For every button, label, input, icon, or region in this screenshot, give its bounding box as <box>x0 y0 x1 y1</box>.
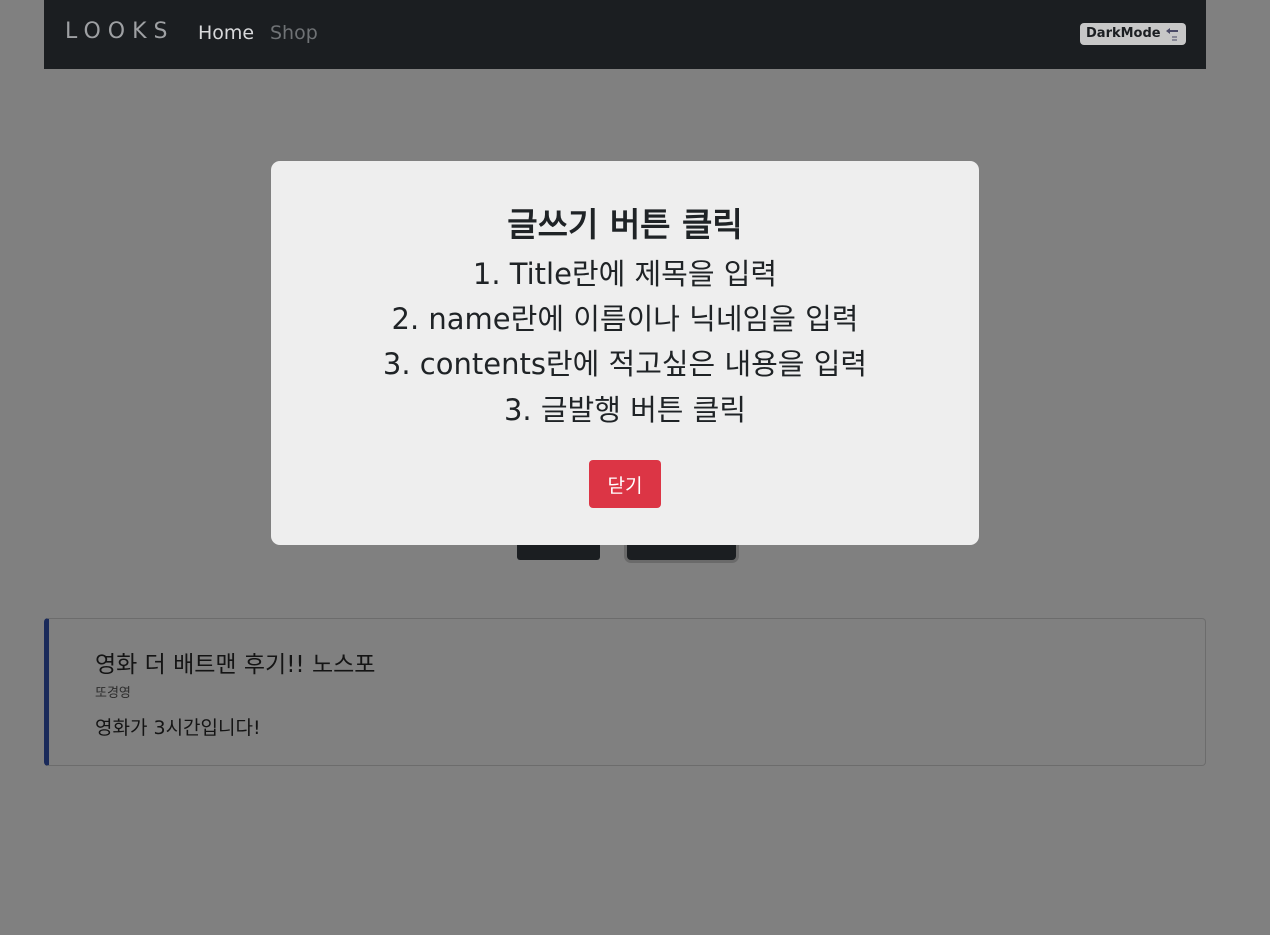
swap-arrows-icon <box>1166 28 1178 41</box>
nav-link-home[interactable]: Home <box>198 22 254 44</box>
modal-title: 글쓰기 버튼 클릭 <box>507 205 743 244</box>
modal-step-2: 2. name란에 이름이나 닉네임을 입력 <box>391 302 859 336</box>
darkmode-toggle-button[interactable]: DarkMode <box>1080 23 1186 45</box>
modal-step-3: 3. contents란에 적고싶은 내용을 입력 <box>382 347 868 381</box>
post-title: 영화 더 배트맨 후기!! 노스포 <box>95 652 376 678</box>
brand-logo[interactable]: LOOKS <box>65 19 175 44</box>
nav-link-shop[interactable]: Shop <box>270 22 318 44</box>
modal-step-4: 3. 글발행 버튼 클릭 <box>503 393 747 427</box>
post-author: 또경영 <box>95 686 131 701</box>
navbar: LOOKS Home Shop DarkMode <box>44 0 1206 69</box>
close-button[interactable]: 닫기 <box>589 460 661 508</box>
help-modal: 글쓰기 버튼 클릭 1. Title란에 제목을 입력 2. name란에 이름… <box>271 161 979 545</box>
post-card[interactable]: 영화 더 배트맨 후기!! 노스포 또경영 영화가 3시간입니다! <box>44 618 1206 766</box>
post-body: 영화가 3시간입니다! <box>95 717 261 739</box>
modal-step-1: 1. Title란에 제목을 입력 <box>472 257 778 291</box>
darkmode-label: DarkMode <box>1086 26 1161 41</box>
